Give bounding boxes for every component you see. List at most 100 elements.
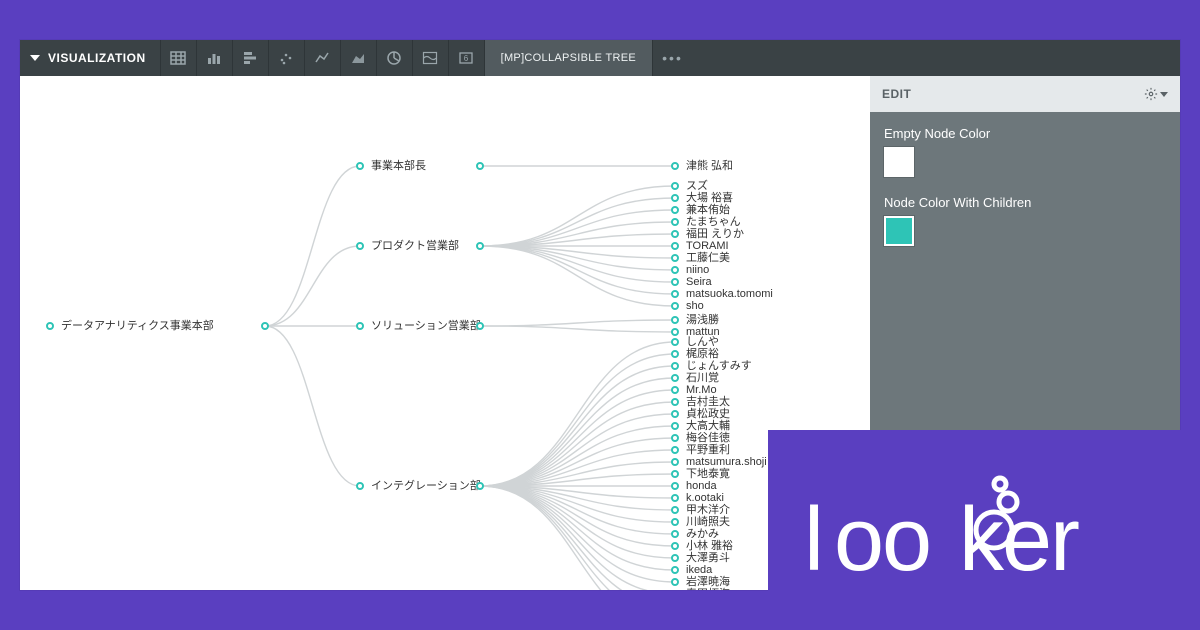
tree-node-circle[interactable] [671,194,679,202]
svg-text:oo: oo [834,490,930,590]
tree-node-label: インテグレーション部 [365,480,481,492]
tree-node-circle[interactable] [671,278,679,286]
tree-node-label: 大高大輔 [680,420,730,432]
visualization-type-icons: 6 [160,40,484,76]
tree-node-circle[interactable] [671,182,679,190]
tree-node-label: 平野重利 [680,444,730,456]
tree-node-label: ikeda [680,564,712,576]
tree-node-label: ソリューション営業部 [365,320,481,332]
area-chart-icon[interactable] [340,40,376,76]
edit-panel-header: EDIT [870,76,1180,112]
tree-node-circle[interactable] [671,162,679,170]
looker-logo: l oo ker [804,470,1164,590]
tree-node-circle[interactable] [261,322,269,330]
edit-title: EDIT [882,87,911,101]
tree-node-label: 下地泰寛 [680,468,730,480]
tree-node-circle[interactable] [671,494,679,502]
tree-node-circle[interactable] [671,470,679,478]
tree-node-label: 事業本部長 [365,160,426,172]
tree-node-label: 福田 えりか [680,228,744,240]
tree-node-label: k.ootaki [680,492,724,504]
visualization-toolbar: VISUALIZATION [20,40,1180,76]
tree-node-label: 梶原裕 [680,348,719,360]
tree-node-label: TORAMI [680,240,729,252]
line-chart-icon[interactable] [304,40,340,76]
tree-node-circle[interactable] [671,386,679,394]
tree-node-label: みかみ [680,528,719,540]
looker-logo-panel: l oo ker [768,430,1200,630]
more-visualizations-button[interactable]: ••• [652,40,692,76]
tree-node-label: 岩澤暁海 [680,576,730,588]
tree-node-circle[interactable] [671,578,679,586]
tree-node-circle[interactable] [671,254,679,262]
tree-node-label: honda [680,480,717,492]
tree-node-circle[interactable] [356,482,364,490]
pie-chart-icon[interactable] [376,40,412,76]
tree-node-circle[interactable] [671,398,679,406]
tree-node-circle[interactable] [671,482,679,490]
tree-node-label: matsumura.shoji [680,456,767,468]
tree-node-circle[interactable] [671,316,679,324]
tree-node-label: 津熊 弘和 [680,160,733,172]
tree-node-label: プロダクト営業部 [365,240,459,252]
table-icon[interactable] [160,40,196,76]
scatter-chart-icon[interactable] [268,40,304,76]
tree-node-circle[interactable] [671,542,679,550]
tree-node-circle[interactable] [671,302,679,310]
tree-node-label: 貞松政史 [680,408,730,420]
tree-node-circle[interactable] [671,338,679,346]
tree-node-label: sho [680,300,704,312]
tree-node-circle[interactable] [476,482,484,490]
tree-node-circle[interactable] [671,446,679,454]
tree-node-circle[interactable] [671,410,679,418]
bar-chart-icon[interactable] [196,40,232,76]
tree-node-label: 川崎照夫 [680,516,730,528]
tree-node-circle[interactable] [356,162,364,170]
tree-node-circle[interactable] [671,362,679,370]
gear-icon[interactable] [1144,87,1168,101]
svg-text:6: 6 [464,54,469,63]
visualization-section-toggle[interactable]: VISUALIZATION [20,40,160,76]
tree-node-label: 兼本侑始 [680,204,730,216]
tree-node-label: しんや [680,336,719,348]
tree-node-label: Mr.Mo [680,384,717,396]
map-icon[interactable] [412,40,448,76]
tree-node-label: 吉村圭太 [680,396,730,408]
tree-node-circle[interactable] [671,206,679,214]
ellipsis-icon: ••• [662,50,683,66]
tree-node-circle[interactable] [671,218,679,226]
tree-node-circle[interactable] [671,374,679,382]
tree-node-circle[interactable] [671,242,679,250]
tree-node-circle[interactable] [671,566,679,574]
tree-node-circle[interactable] [476,242,484,250]
empty-node-color-swatch[interactable] [884,147,914,177]
tab-collapsible-tree[interactable]: [MP]COLLAPSIBLE TREE [484,40,652,76]
column-chart-icon[interactable] [232,40,268,76]
tree-node-circle[interactable] [476,162,484,170]
tree-node-circle[interactable] [46,322,54,330]
single-value-icon[interactable]: 6 [448,40,484,76]
tree-node-circle[interactable] [671,266,679,274]
tree-node-circle[interactable] [671,518,679,526]
svg-text:ker: ker [959,490,1079,590]
svg-text:l: l [804,490,822,590]
tree-node-circle[interactable] [671,506,679,514]
children-node-color-label: Node Color With Children [884,195,1166,210]
tree-node-circle[interactable] [671,434,679,442]
tree-node-circle[interactable] [671,458,679,466]
tree-node-circle[interactable] [356,322,364,330]
tree-node-circle[interactable] [671,328,679,336]
tree-node-circle[interactable] [671,530,679,538]
tree-node-circle[interactable] [671,290,679,298]
caret-down-icon [30,55,40,61]
tree-canvas[interactable]: データアナリティクス事業本部事業本部長津熊 弘和プロダクト営業部スズ大場 裕喜兼… [20,76,870,590]
tree-node-circle[interactable] [476,322,484,330]
children-node-color-swatch[interactable] [884,216,914,246]
tree-node-circle[interactable] [356,242,364,250]
tree-node-circle[interactable] [671,230,679,238]
tree-node-circle[interactable] [671,422,679,430]
tree-node-circle[interactable] [671,350,679,358]
empty-node-color-field: Empty Node Color [884,126,1166,177]
tree-node-circle[interactable] [671,554,679,562]
tree-node-label: matsuoka.tomomi [680,288,773,300]
